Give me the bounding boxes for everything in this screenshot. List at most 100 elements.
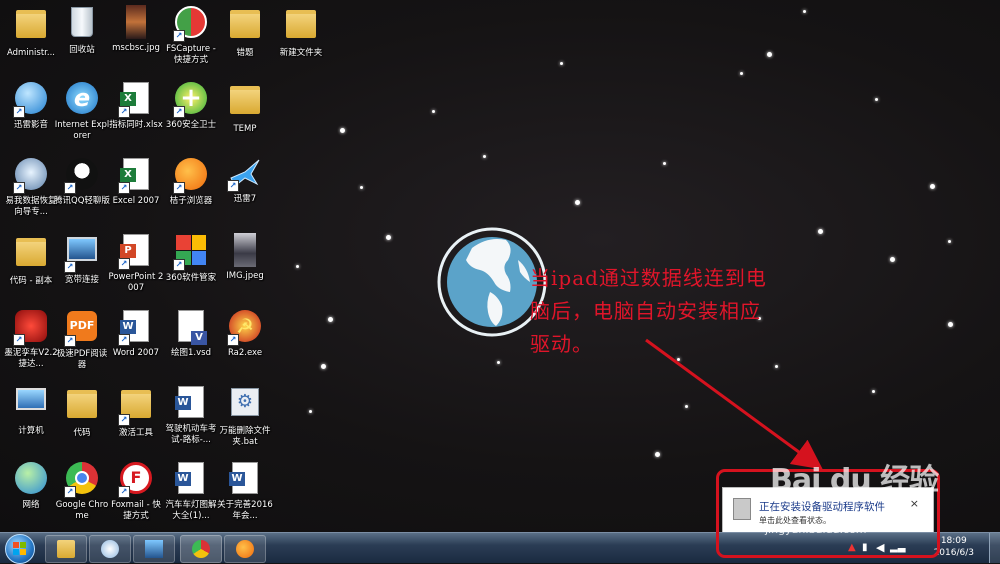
- desktop-background: Administr... ↗ 迅雷影音 ↗ 易我数据恢复向导专... 代码 - …: [0, 0, 1000, 532]
- desktop-icon-data-recovery[interactable]: ↗ 易我数据恢复向导专...: [2, 156, 60, 218]
- taskbar-paint[interactable]: [89, 535, 131, 563]
- word-file-icon: W: [229, 462, 258, 494]
- star: [497, 361, 500, 364]
- network-connection-icon: [67, 237, 97, 261]
- desktop-icon-foxmail[interactable]: F ↗ Foxmail - 快捷方式: [107, 460, 165, 522]
- star: [803, 10, 806, 13]
- star: [930, 184, 935, 189]
- desktop-icon-computer[interactable]: 计算机: [2, 384, 60, 437]
- annotation-line: 脑后，电脑自动安装相应: [530, 299, 761, 323]
- star: [775, 365, 778, 368]
- star: [309, 410, 312, 413]
- taskbar-network-app[interactable]: [133, 535, 175, 563]
- desktop-icon-word-2007[interactable]: W ↗ Word 2007: [107, 308, 165, 359]
- paint-icon: [101, 540, 119, 558]
- start-button[interactable]: [5, 534, 35, 564]
- star: [575, 200, 580, 205]
- star: [296, 265, 299, 268]
- star: [818, 229, 823, 234]
- desktop-icon-administrator[interactable]: Administr...: [2, 4, 60, 59]
- folder-icon: [286, 10, 316, 38]
- star: [875, 98, 878, 101]
- folder-icon: [230, 10, 260, 38]
- photo-file-icon: [234, 233, 256, 267]
- folder-icon: [57, 540, 75, 558]
- desktop-icon-network[interactable]: 网络: [2, 460, 60, 511]
- instruction-annotation: 当ipad通过数据线连到电 脑后，电脑自动安装相应 驱动。: [530, 262, 850, 361]
- star: [663, 162, 666, 165]
- bird-icon: ↗: [227, 156, 263, 192]
- desktop-icon-xunlei7[interactable]: ↗ 迅雷7: [216, 156, 274, 205]
- desktop-icon-fscapture[interactable]: ↗ FSCapture - 快捷方式: [162, 4, 220, 66]
- show-desktop-button[interactable]: [989, 533, 1000, 563]
- desktop-icon-car-game[interactable]: ↗ 墨泥孪车V2.2捷达...: [2, 308, 60, 370]
- image-file-icon: [126, 5, 146, 39]
- star: [340, 128, 345, 133]
- star: [560, 62, 563, 65]
- desktop-icon-360-security[interactable]: + ↗ 360安全卫士: [162, 80, 220, 131]
- star: [872, 390, 875, 393]
- user-folder-icon: [16, 10, 46, 38]
- desktop-icon-mscbsc-jpg[interactable]: mscbsc.jpg: [107, 4, 165, 54]
- annotation-line: 当ipad通过数据线连到电: [530, 266, 767, 290]
- ie-icon: e: [66, 82, 98, 114]
- star: [685, 405, 688, 408]
- star: [321, 364, 326, 369]
- desktop-icon-internet-explorer[interactable]: e Internet Explorer: [53, 80, 111, 142]
- windows-logo-icon: [13, 542, 26, 555]
- word-file-icon: W: [175, 462, 204, 494]
- visio-file-icon: V: [178, 310, 207, 345]
- orange-icon: [236, 540, 254, 558]
- desktop-icon-orange-browser[interactable]: ↗ 桔子浏览器: [162, 156, 220, 207]
- desktop-icon-wrong-questions[interactable]: 错题: [216, 4, 274, 59]
- desktop-icon-xlsx-file[interactable]: X ↗ 指标同时.xlsx: [107, 80, 165, 131]
- desktop-icon-google-chrome[interactable]: ↗ Google Chrome: [53, 460, 111, 522]
- star: [655, 452, 660, 457]
- star: [948, 240, 951, 243]
- taskbar-google-chrome[interactable]: [180, 535, 222, 563]
- taskbar-orange-browser[interactable]: [224, 535, 266, 563]
- folder-icon: [230, 86, 260, 114]
- desktop-icon-recycle-bin[interactable]: 回收站: [53, 4, 111, 56]
- word-file-icon: W: [175, 386, 204, 418]
- desktop-icon-360-software[interactable]: ↗ 360软件管家: [162, 232, 220, 284]
- desktop-icon-driving-exam[interactable]: W 驾驶机动车考试-路标-...: [162, 384, 220, 446]
- desktop-icon-new-folder[interactable]: 新建文件夹: [272, 4, 330, 59]
- star: [386, 235, 391, 240]
- desktop-icon-qq[interactable]: ↗ 腾讯QQ轻聊版: [53, 156, 111, 207]
- desktop-icon-visio-file[interactable]: V 绘图1.vsd: [162, 308, 220, 359]
- star: [360, 186, 363, 189]
- desktop-icon-car-lights[interactable]: W 汽车车灯图解大全(1)...: [162, 460, 220, 522]
- desktop-icon-powerpoint-2007[interactable]: P ↗ PowerPoint 2007: [107, 232, 165, 294]
- desktop-icon-xunlei-player[interactable]: ↗ 迅雷影音: [2, 80, 60, 131]
- recycle-bin-icon: [71, 7, 93, 37]
- desktop-icon-broadband[interactable]: ↗ 宽带连接: [53, 232, 111, 286]
- gear-icon: ⚙: [231, 388, 259, 416]
- desktop-icon-code[interactable]: 代码: [53, 384, 111, 439]
- chrome-icon: [192, 540, 210, 558]
- network-globe-icon: [15, 462, 47, 494]
- taskbar-windows-explorer[interactable]: [45, 535, 87, 563]
- desktop-icon-excel-2007[interactable]: X ↗ Excel 2007: [107, 156, 165, 207]
- annotation-line: 驱动。: [530, 332, 593, 356]
- folder-icon: [16, 238, 46, 266]
- desktop-icon-activation-tool[interactable]: ↗ 激活工具: [107, 384, 165, 439]
- star: [483, 155, 486, 158]
- star: [432, 110, 435, 113]
- monitor-icon: [145, 540, 163, 558]
- desktop-icon-ra2[interactable]: ☭ ↗ Ra2.exe: [216, 308, 274, 359]
- star: [948, 322, 953, 327]
- star: [890, 257, 895, 262]
- star: [328, 317, 333, 322]
- watermark-url: jingyan.baidu.com: [765, 523, 867, 536]
- folder-icon: [67, 390, 97, 418]
- desktop-icon-img-jpeg[interactable]: IMG.jpeg: [216, 232, 274, 282]
- computer-icon: [16, 388, 46, 410]
- desktop-icon-pdf-reader[interactable]: PDF ↗ 极速PDF阅读器: [53, 308, 111, 371]
- desktop-icon-temp[interactable]: TEMP: [216, 80, 274, 135]
- star: [740, 72, 743, 75]
- desktop-icon-bat-file[interactable]: ⚙ 万能删除文件夹.bat: [216, 384, 274, 448]
- watermark-brand: Bai du 经验: [770, 463, 939, 498]
- desktop-icon-annual-meeting[interactable]: W 关于完善2016年会...: [216, 460, 274, 522]
- desktop-icon-code-copy[interactable]: 代码 - 副本: [2, 232, 60, 287]
